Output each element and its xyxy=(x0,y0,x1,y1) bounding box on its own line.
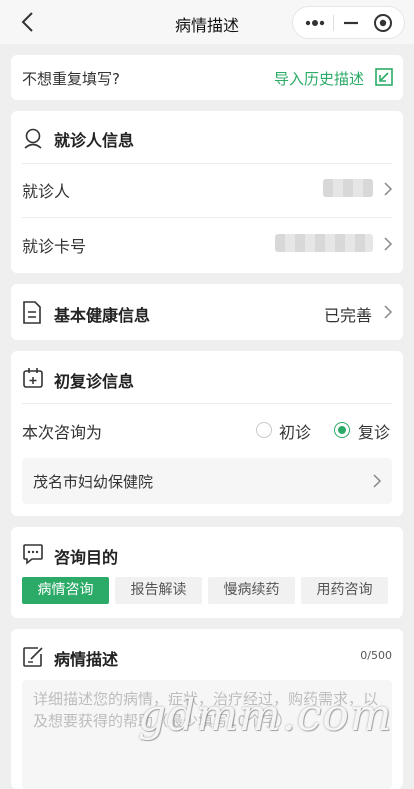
close-target-icon[interactable] xyxy=(373,13,393,33)
mini-program-capsule xyxy=(292,6,405,39)
card-number-label: 就诊卡号 xyxy=(22,237,87,256)
chevron-right-icon xyxy=(384,237,393,251)
radio-button[interactable] xyxy=(256,422,272,438)
patient-label: 就诊人 xyxy=(22,182,71,201)
radio-button-selected[interactable] xyxy=(334,422,350,438)
minimize-icon[interactable] xyxy=(342,15,360,31)
char-counter: 0/500 xyxy=(360,649,392,662)
import-history-link[interactable]: 导入历史描述 xyxy=(274,68,364,89)
visit-info-card: 初复诊信息 本次咨询为 初诊 复诊 茂名市妇幼保健院 xyxy=(11,351,403,516)
document-icon xyxy=(23,301,41,324)
patient-info-card: 就诊人信息 就诊人 就诊卡号 xyxy=(11,111,403,273)
watermark-text: gdmm.com xyxy=(138,690,393,741)
capsule-divider xyxy=(333,15,334,31)
redacted-card-number xyxy=(275,234,373,252)
hospital-selector[interactable]: 茂名市妇幼保健院 xyxy=(22,458,392,504)
health-info-card[interactable]: 基本健康信息 已完善 xyxy=(11,284,403,340)
tag-condition-consult[interactable]: 病情咨询 xyxy=(22,577,109,604)
description-title: 病情描述 xyxy=(54,650,119,669)
tag-medication-consult[interactable]: 用药咨询 xyxy=(301,577,388,604)
chevron-right-icon xyxy=(373,474,382,488)
history-import-card: 不想重复填写? 导入历史描述 xyxy=(11,55,403,100)
divider xyxy=(22,403,392,404)
purpose-title: 咨询目的 xyxy=(54,548,119,567)
first-visit-label: 初诊 xyxy=(279,423,312,442)
chevron-right-icon xyxy=(384,305,393,319)
import-arrow-icon[interactable] xyxy=(375,68,393,86)
edit-note-icon xyxy=(23,647,43,667)
visit-info-title: 初复诊信息 xyxy=(54,372,135,391)
health-status: 已完善 xyxy=(324,306,373,325)
navigation-bar: 病情描述 xyxy=(0,0,414,44)
patient-info-title: 就诊人信息 xyxy=(54,131,135,150)
history-prompt: 不想重复填写? xyxy=(22,70,120,88)
calendar-plus-icon xyxy=(23,368,43,388)
tag-chronic-refill[interactable]: 慢病续药 xyxy=(208,577,295,604)
redacted-patient-name xyxy=(323,179,373,197)
consult-type-label: 本次咨询为 xyxy=(22,423,103,442)
return-visit-label: 复诊 xyxy=(358,423,391,442)
tag-report-interpretation[interactable]: 报告解读 xyxy=(115,577,202,604)
divider xyxy=(22,217,392,218)
chevron-right-icon xyxy=(384,182,393,196)
more-icon[interactable] xyxy=(305,18,325,28)
health-info-title: 基本健康信息 xyxy=(54,306,151,325)
chat-bubble-icon xyxy=(23,544,43,565)
hospital-name: 茂名市妇幼保健院 xyxy=(33,473,154,491)
person-icon xyxy=(24,128,42,149)
divider xyxy=(22,163,392,164)
purpose-card: 咨询目的 病情咨询 报告解读 慢病续药 用药咨询 xyxy=(11,527,403,618)
